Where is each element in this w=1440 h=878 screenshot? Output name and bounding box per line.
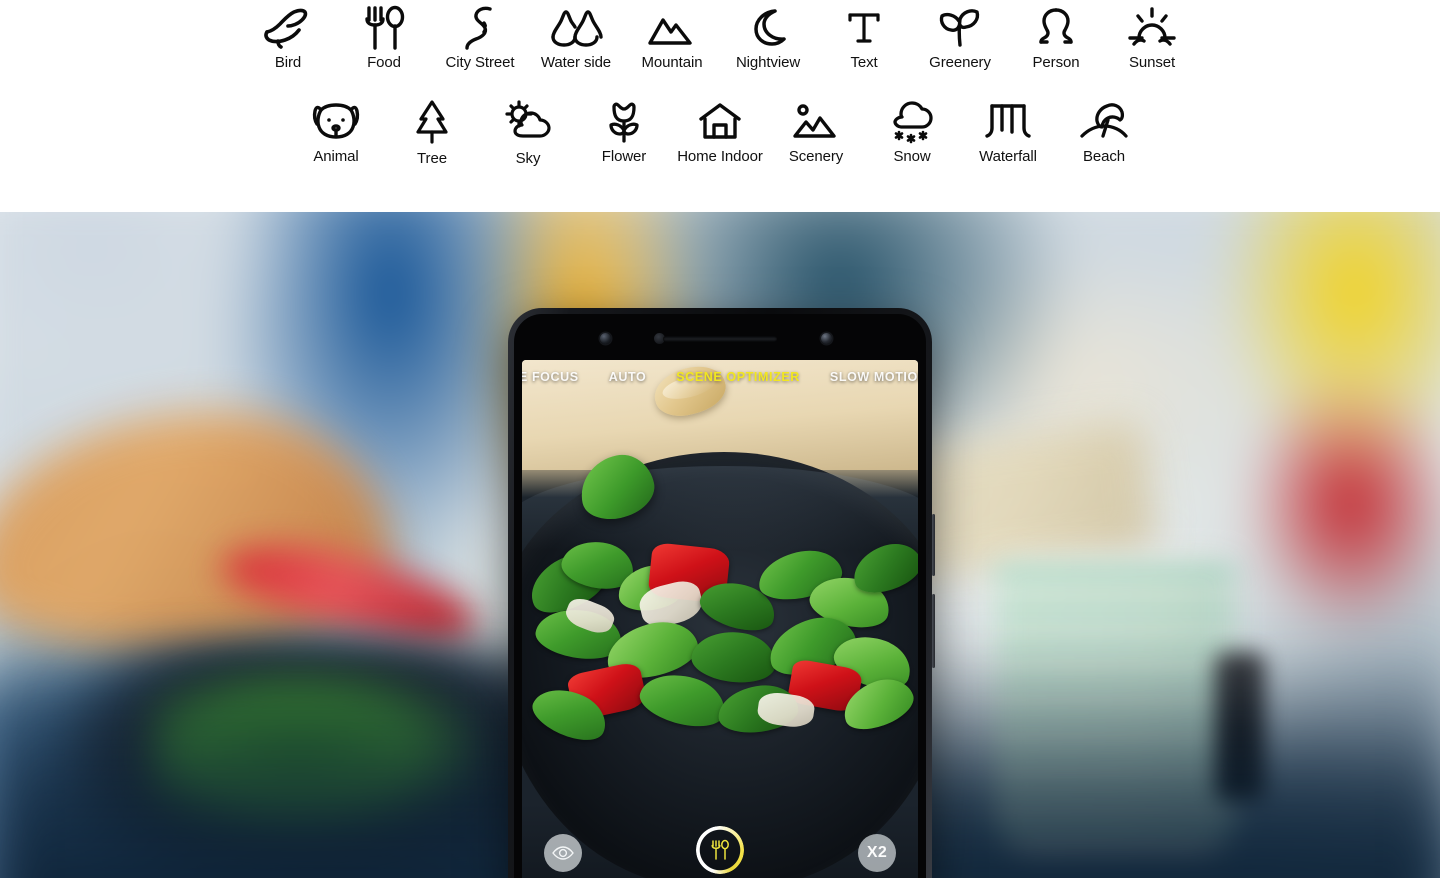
scene-optimizer-legend: Bird Food City Street Water side Mountai… (0, 0, 1440, 212)
phone-screen: VE FOCUS AUTO SCENE OPTIMIZER SLOW MOTIO… (522, 360, 918, 878)
scene-item-sky[interactable]: Sky (480, 96, 576, 168)
person-head-icon (1025, 2, 1087, 54)
pine-tree-icon (401, 96, 463, 148)
scene-label: Nightview (735, 54, 801, 71)
letter-t-icon (833, 2, 895, 54)
scene-item-tree[interactable]: Tree (384, 96, 480, 168)
scene-label: Sunset (1128, 54, 1176, 71)
scene-item-sunset[interactable]: Sunset (1104, 2, 1200, 72)
camera-bottom-controls: X2 (522, 818, 918, 878)
scene-label: Beach (1082, 148, 1126, 165)
scene-label: Greenery (929, 54, 991, 71)
bird-icon (257, 2, 319, 54)
page-root: Bird Food City Street Water side Mountai… (0, 0, 1440, 878)
scene-label: City Street (445, 54, 515, 71)
scene-label: Flower (601, 148, 647, 165)
house-icon (689, 96, 751, 148)
scene-label: Snow (893, 148, 931, 165)
scene-label: Text (850, 54, 878, 71)
scene-item-animal[interactable]: Animal (288, 96, 384, 168)
landscape-photo-icon (785, 96, 847, 148)
scene-item-nightview[interactable]: Nightview (720, 2, 816, 72)
camera-mode-bar: VE FOCUS AUTO SCENE OPTIMIZER SLOW MOTIO… (522, 364, 918, 390)
power-button[interactable] (932, 594, 935, 668)
volume-button[interactable] (932, 514, 935, 576)
scene-label: Water side (540, 54, 612, 71)
smartphone-device: VE FOCUS AUTO SCENE OPTIMIZER SLOW MOTIO… (508, 308, 935, 878)
scene-item-snow[interactable]: Snow (864, 96, 960, 168)
shutter-ring (696, 826, 744, 874)
scene-label: Home Indoor (677, 148, 763, 165)
sun-cloud-icon (497, 96, 559, 148)
beach-umbrella-icon (1073, 96, 1135, 148)
scene-label: Animal (313, 148, 359, 165)
scene-label: Scenery (788, 148, 844, 165)
scene-item-greenery[interactable]: Greenery (912, 2, 1008, 72)
scene-label: Tree (417, 150, 447, 167)
mountain-icon (641, 2, 703, 54)
scene-item-scenery[interactable]: Scenery (768, 96, 864, 168)
front-camera-icon (600, 333, 611, 344)
camera-mode-auto[interactable]: AUTO (609, 370, 647, 384)
legend-row-1: Bird Food City Street Water side Mountai… (0, 2, 1440, 72)
scene-item-home-indoor[interactable]: Home Indoor (672, 96, 768, 168)
waterfall-icon (977, 96, 1039, 148)
eye-toggle-icon[interactable] (544, 834, 582, 872)
scene-item-bird[interactable]: Bird (240, 2, 336, 72)
legend-row-2: Animal Tree Sky Flower Home Indoor Scene… (0, 96, 1440, 168)
photo-salad (522, 536, 918, 866)
fork-spoon-icon (353, 2, 415, 54)
camera-mode-slow-motion[interactable]: SLOW MOTION (830, 370, 918, 384)
camera-mode-scene-optimizer[interactable]: SCENE OPTIMIZER (676, 370, 800, 384)
scene-label: Sky (515, 150, 541, 167)
water-side-icon (545, 2, 607, 54)
scene-item-beach[interactable]: Beach (1056, 96, 1152, 168)
earpiece-speaker (663, 336, 777, 342)
tulip-icon (593, 96, 655, 148)
scene-item-flower[interactable]: Flower (576, 96, 672, 168)
snow-cloud-icon (881, 96, 943, 148)
food-scene-icon[interactable] (696, 826, 744, 874)
camera-viewfinder-photo (522, 360, 918, 878)
sunset-icon (1121, 2, 1183, 54)
phone-top-bezel (522, 314, 918, 360)
scene-item-water-side[interactable]: Water side (528, 2, 624, 72)
scene-item-text[interactable]: Text (816, 2, 912, 72)
scene-label: Waterfall (979, 148, 1037, 165)
scene-label: Bird (274, 54, 302, 71)
scene-item-person[interactable]: Person (1008, 2, 1104, 72)
iris-sensor-icon (821, 333, 832, 344)
dog-face-icon (305, 96, 367, 148)
phone-body: VE FOCUS AUTO SCENE OPTIMIZER SLOW MOTIO… (514, 314, 926, 878)
scene-label: Person (1032, 54, 1080, 71)
zoom-level-button[interactable]: X2 (858, 834, 896, 872)
winding-road-icon (449, 2, 511, 54)
scene-label: Mountain (641, 54, 703, 71)
hero-photo-stage: VE FOCUS AUTO SCENE OPTIMIZER SLOW MOTIO… (0, 212, 1440, 878)
leaves-icon (929, 2, 991, 54)
scene-item-waterfall[interactable]: Waterfall (960, 96, 1056, 168)
camera-mode-live-focus[interactable]: VE FOCUS (522, 370, 579, 384)
scene-item-city-street[interactable]: City Street (432, 2, 528, 72)
scene-item-food[interactable]: Food (336, 2, 432, 72)
crescent-moon-icon (737, 2, 799, 54)
scene-item-mountain[interactable]: Mountain (624, 2, 720, 72)
scene-label: Food (367, 54, 401, 71)
